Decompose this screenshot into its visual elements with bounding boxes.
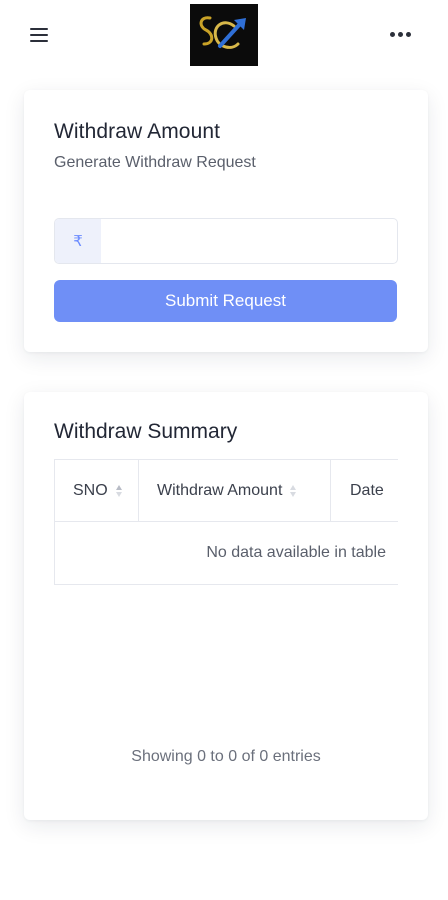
hamburger-menu-icon[interactable] — [30, 27, 48, 43]
amount-input-group: ₹ — [54, 218, 398, 264]
submit-request-button[interactable]: Submit Request — [54, 280, 397, 322]
brand-logo[interactable] — [190, 4, 258, 66]
sort-ascending-icon — [115, 484, 123, 498]
table-header: SNO Withdraw Amount Date — [55, 460, 398, 522]
empty-table-message: No data available in table — [206, 543, 386, 561]
empty-table-row: No data available in table — [55, 522, 398, 583]
withdraw-amount-title: Withdraw Amount — [54, 120, 221, 143]
column-header-withdraw-amount-label: Withdraw Amount — [157, 481, 283, 499]
sc-logo-icon — [190, 4, 258, 66]
top-app-bar — [0, 0, 448, 72]
withdraw-amount-card: Withdraw Amount Generate Withdraw Reques… — [24, 90, 428, 352]
withdraw-amount-input[interactable] — [101, 219, 391, 263]
withdraw-amount-subtitle: Generate Withdraw Request — [54, 154, 256, 171]
column-header-sno-label: SNO — [73, 481, 108, 499]
table-entries-info: Showing 0 to 0 of 0 entries — [131, 748, 321, 765]
rupee-currency-icon: ₹ — [55, 219, 101, 263]
withdraw-summary-table[interactable]: SNO Withdraw Amount Date No data availab… — [54, 459, 398, 585]
column-header-date-label: Date — [350, 481, 384, 499]
sort-icon — [290, 484, 297, 498]
withdraw-summary-card: Withdraw Summary SNO Withdraw Amount Dat… — [24, 392, 428, 820]
withdraw-summary-title: Withdraw Summary — [54, 420, 238, 443]
column-header-date[interactable]: Date — [331, 460, 398, 521]
more-options-icon[interactable] — [390, 31, 414, 39]
column-header-sno[interactable]: SNO — [55, 460, 139, 521]
column-header-withdraw-amount[interactable]: Withdraw Amount — [139, 460, 331, 521]
